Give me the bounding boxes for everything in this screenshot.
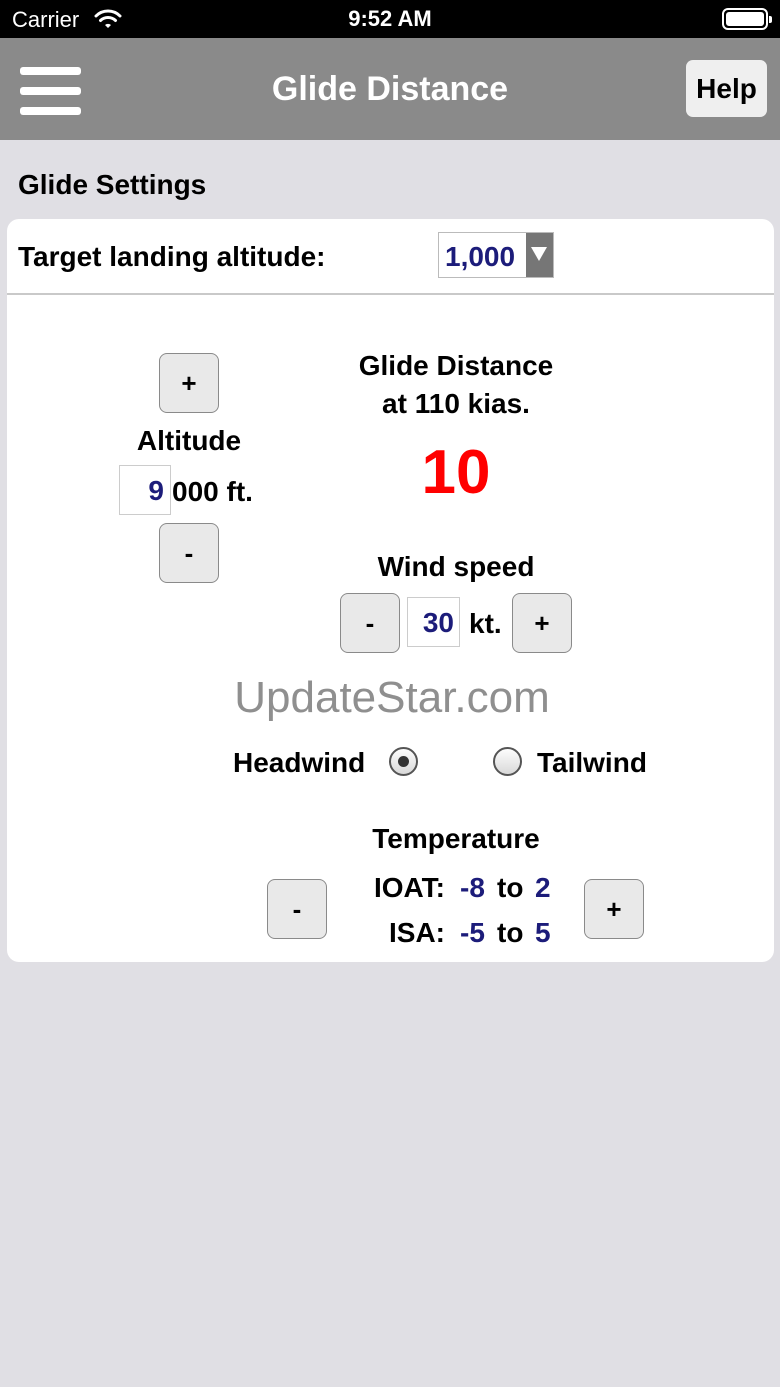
status-time: 9:52 AM [348,6,432,31]
ioat-to-label: to [497,872,524,903]
watermark: UpdateStar.com [234,673,550,722]
wind-speed-field[interactable]: 30 [407,597,460,647]
altitude-unit-label: 000 ft. [172,476,253,507]
target-altitude-select[interactable]: 1,000 [438,232,554,278]
target-landing-altitude-label: Target landing altitude: [18,241,326,272]
wind-speed-label: Wind speed [377,551,535,582]
nav-bar: Glide Distance Help [0,38,780,140]
target-altitude-value: 1,000 [445,241,516,272]
headwind-radio[interactable] [389,747,418,776]
temperature-plus-button[interactable]: + [584,879,644,939]
battery-icon [722,8,772,30]
ioat-label: IOAT: [373,872,445,903]
isa-low-value: -5 [460,917,485,948]
glide-speed-subheading: at 110 kias. [382,388,530,419]
ioat-low-value: -8 [460,872,485,903]
section-title: Glide Settings [18,169,207,200]
isa-label: ISA: [389,917,445,948]
status-bar: Carrier 9:52 AM [0,0,780,38]
headwind-label: Headwind [233,747,366,778]
page-title: Glide Distance [271,70,509,108]
tailwind-label: Tailwind [537,747,647,778]
wind-minus-button[interactable]: - [340,593,400,653]
altitude-minus-button[interactable]: - [159,523,219,583]
altitude-digit-field[interactable]: 9 [119,465,171,515]
temperature-label: Temperature [372,823,540,854]
glide-settings-card: Target landing altitude: 1,000 + Altitud… [7,219,774,962]
altitude-label: Altitude [136,425,242,456]
isa-to-label: to [497,917,524,948]
wind-plus-button[interactable]: + [512,593,572,653]
glide-distance-heading: Glide Distance [358,350,554,381]
divider [7,293,774,295]
ioat-high-value: 2 [535,872,551,903]
wind-unit-label: kt. [469,608,502,639]
altitude-plus-button[interactable]: + [159,353,219,413]
dropdown-arrow-icon [526,233,553,277]
help-button[interactable]: Help [686,60,767,117]
temperature-minus-button[interactable]: - [267,879,327,939]
glide-distance-value: 10 [421,438,491,507]
tailwind-radio[interactable] [493,747,522,776]
isa-high-value: 5 [535,917,551,948]
